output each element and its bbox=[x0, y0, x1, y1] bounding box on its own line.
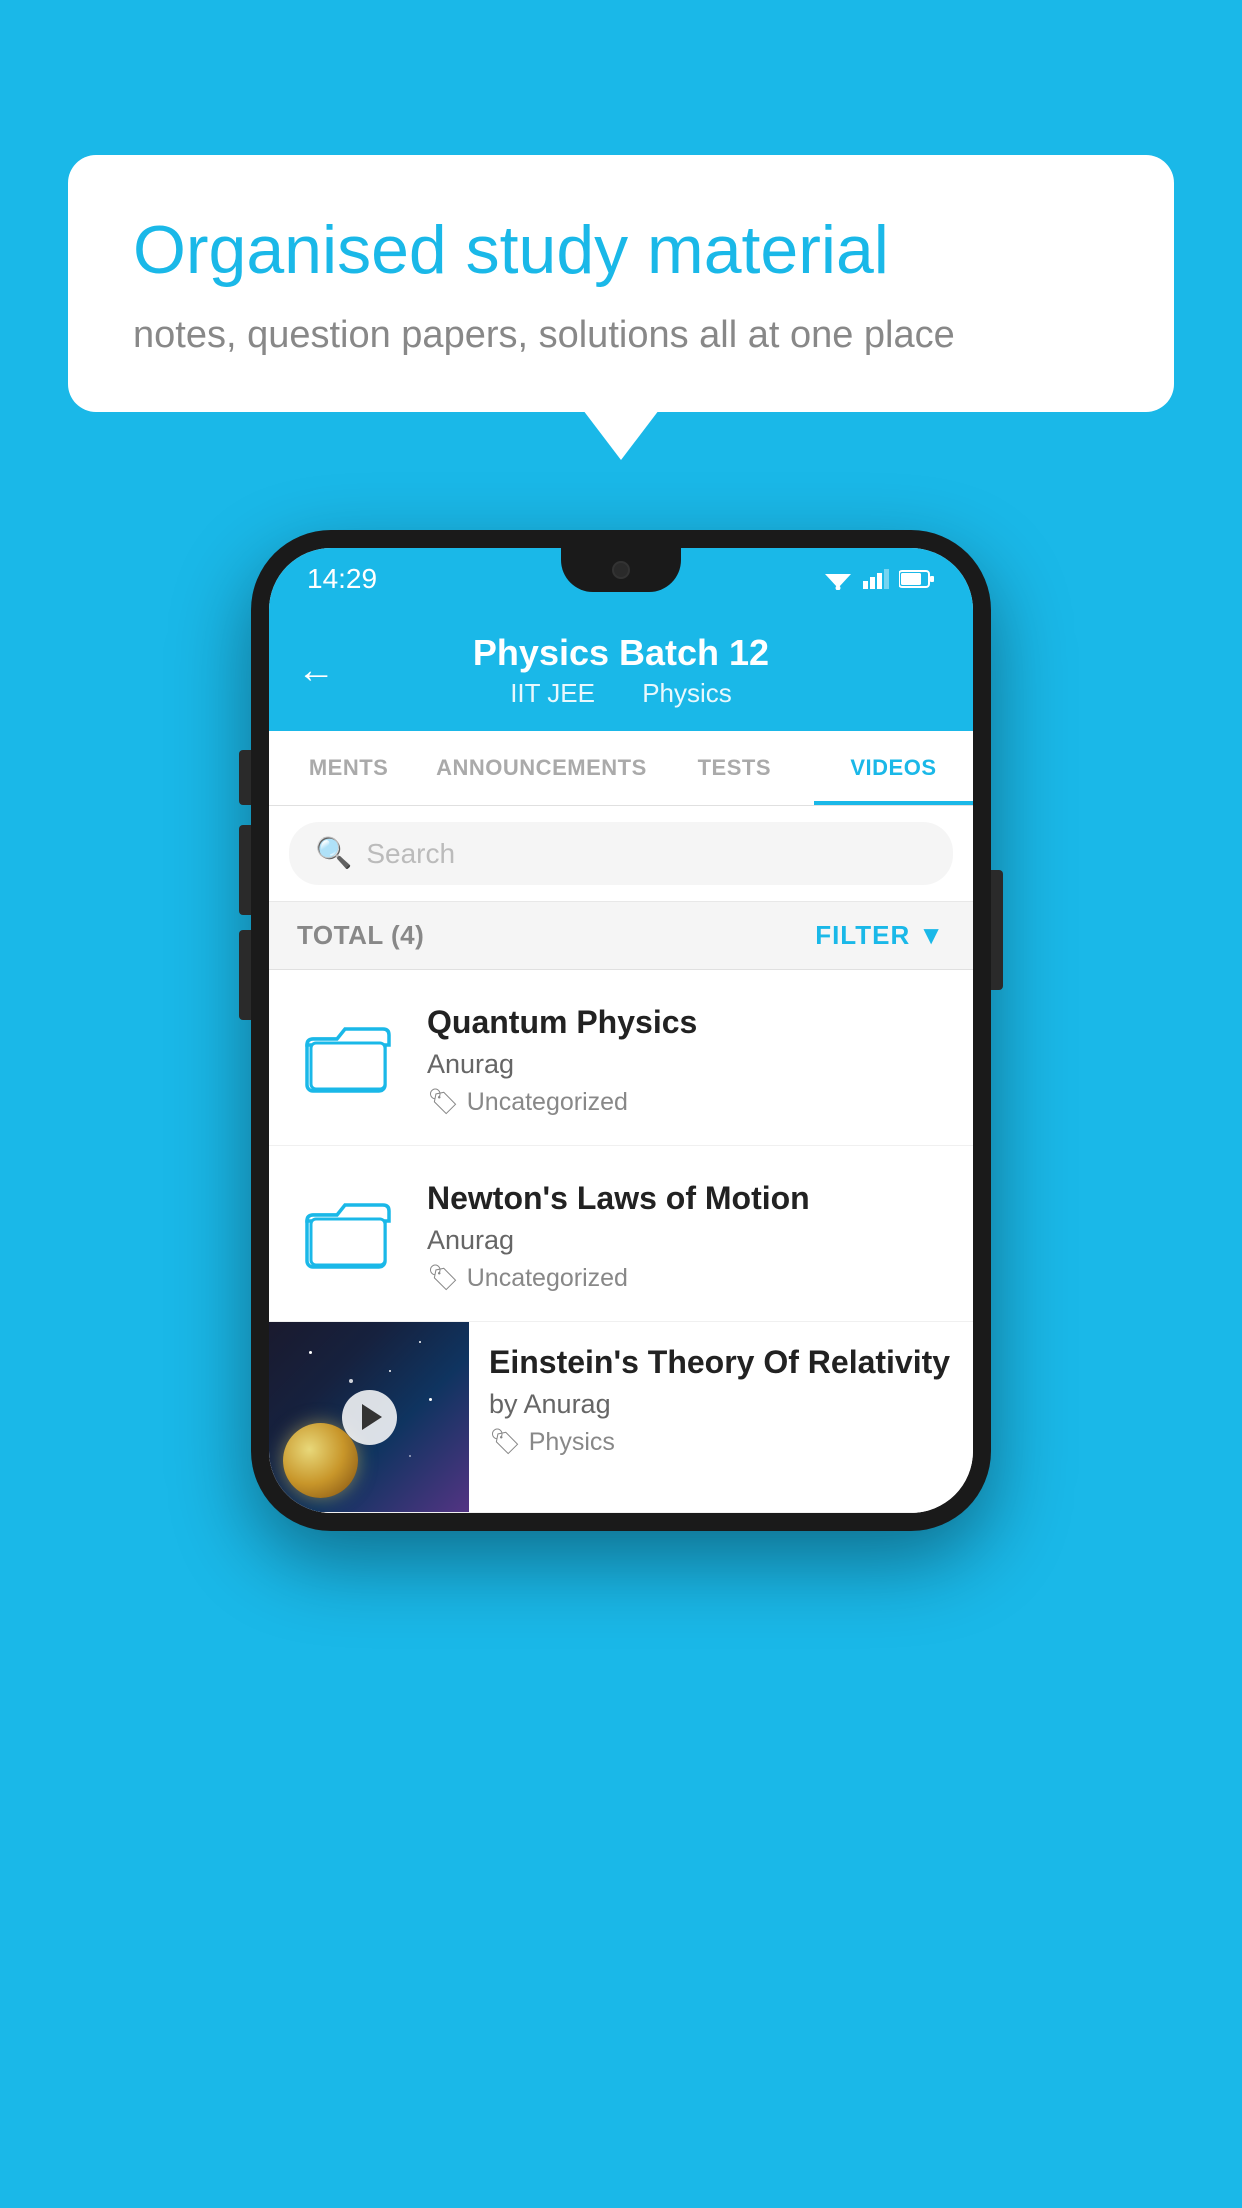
video-thumb-1 bbox=[293, 998, 403, 1108]
list-item[interactable]: Quantum Physics Anurag 🏷 Uncategorized bbox=[269, 970, 973, 1146]
tabs-bar: MENTS ANNOUNCEMENTS TESTS VIDEOS bbox=[269, 731, 973, 806]
video-tag-3: 🏷 Physics bbox=[489, 1428, 953, 1457]
tab-videos[interactable]: VIDEOS bbox=[814, 731, 973, 805]
bubble-title: Organised study material bbox=[133, 210, 1109, 292]
header-subtitle-part2: Physics bbox=[642, 678, 732, 708]
status-icons bbox=[823, 568, 935, 590]
video-author-2: Anurag bbox=[427, 1225, 949, 1256]
video-author-1: Anurag bbox=[427, 1049, 949, 1080]
star bbox=[389, 1370, 391, 1372]
app-header: ← Physics Batch 12 IIT JEE Physics bbox=[269, 610, 973, 731]
header-subtitle-part1: IIT JEE bbox=[510, 678, 595, 708]
camera-dot bbox=[612, 561, 630, 579]
total-count: TOTAL (4) bbox=[297, 920, 424, 951]
filter-label: FILTER bbox=[815, 920, 910, 951]
speech-bubble-container: Organised study material notes, question… bbox=[68, 155, 1174, 412]
side-button-2 bbox=[239, 825, 251, 915]
wifi-icon bbox=[823, 568, 853, 590]
search-input-wrap[interactable]: 🔍 Search bbox=[289, 822, 953, 885]
bubble-subtitle: notes, question papers, solutions all at… bbox=[133, 314, 1109, 357]
tag-label-3: Physics bbox=[529, 1428, 615, 1457]
side-button-3 bbox=[239, 930, 251, 1020]
signal-icon bbox=[863, 569, 889, 589]
app-background: Organised study material notes, question… bbox=[0, 0, 1242, 2208]
video-thumbnail bbox=[269, 1322, 469, 1512]
tag-icon-1: 🏷 bbox=[427, 1088, 459, 1117]
header-subtitle: IIT JEE Physics bbox=[500, 678, 742, 709]
star bbox=[419, 1341, 421, 1343]
filter-icon: ▼ bbox=[918, 920, 945, 951]
video-tag-1: 🏷 Uncategorized bbox=[427, 1088, 949, 1117]
star bbox=[409, 1455, 411, 1457]
side-button-1 bbox=[239, 750, 251, 805]
tab-ments[interactable]: MENTS bbox=[269, 731, 428, 805]
video-title-1: Quantum Physics bbox=[427, 1004, 949, 1041]
tag-icon-3: 🏷 bbox=[489, 1428, 521, 1457]
status-time: 14:29 bbox=[307, 563, 377, 595]
search-icon: 🔍 bbox=[315, 836, 352, 871]
list-item[interactable]: Newton's Laws of Motion Anurag 🏷 Uncateg… bbox=[269, 1146, 973, 1322]
star bbox=[429, 1398, 432, 1401]
tag-label-2: Uncategorized bbox=[467, 1264, 628, 1293]
filter-button[interactable]: FILTER ▼ bbox=[815, 920, 945, 951]
video-thumb-2 bbox=[293, 1174, 403, 1284]
battery-icon bbox=[899, 569, 935, 589]
folder-icon bbox=[303, 1189, 393, 1269]
speech-bubble: Organised study material notes, question… bbox=[68, 155, 1174, 412]
video-tag-2: 🏷 Uncategorized bbox=[427, 1264, 949, 1293]
side-button-right bbox=[991, 870, 1003, 990]
video-info-2: Newton's Laws of Motion Anurag 🏷 Uncateg… bbox=[427, 1174, 949, 1293]
header-title: Physics Batch 12 bbox=[473, 632, 769, 674]
play-button[interactable] bbox=[342, 1390, 397, 1445]
play-triangle-icon bbox=[362, 1404, 382, 1430]
tag-label-1: Uncategorized bbox=[467, 1088, 628, 1117]
phone-screen: 14:29 bbox=[269, 548, 973, 1513]
search-bar: 🔍 Search bbox=[269, 806, 973, 902]
tab-tests[interactable]: TESTS bbox=[655, 731, 814, 805]
phone-mockup: 14:29 bbox=[251, 530, 991, 1531]
video-author-3: by Anurag bbox=[489, 1389, 953, 1420]
video-title-3: Einstein's Theory Of Relativity bbox=[489, 1344, 953, 1381]
tag-icon-2: 🏷 bbox=[427, 1264, 459, 1293]
video-info-1: Quantum Physics Anurag 🏷 Uncategorized bbox=[427, 998, 949, 1117]
phone-outer: 14:29 bbox=[251, 530, 991, 1531]
video-info-3: Einstein's Theory Of Relativity by Anura… bbox=[469, 1322, 973, 1479]
tab-announcements[interactable]: ANNOUNCEMENTS bbox=[428, 731, 655, 805]
star bbox=[349, 1379, 353, 1383]
video-list: Quantum Physics Anurag 🏷 Uncategorized bbox=[269, 970, 973, 1513]
video-title-2: Newton's Laws of Motion bbox=[427, 1180, 949, 1217]
folder-icon bbox=[303, 1013, 393, 1093]
back-button[interactable]: ← bbox=[297, 649, 335, 692]
search-placeholder: Search bbox=[366, 838, 455, 870]
list-item[interactable]: Einstein's Theory Of Relativity by Anura… bbox=[269, 1322, 973, 1513]
status-bar: 14:29 bbox=[269, 548, 973, 610]
star bbox=[309, 1351, 312, 1354]
filter-bar: TOTAL (4) FILTER ▼ bbox=[269, 902, 973, 970]
notch bbox=[561, 548, 681, 592]
